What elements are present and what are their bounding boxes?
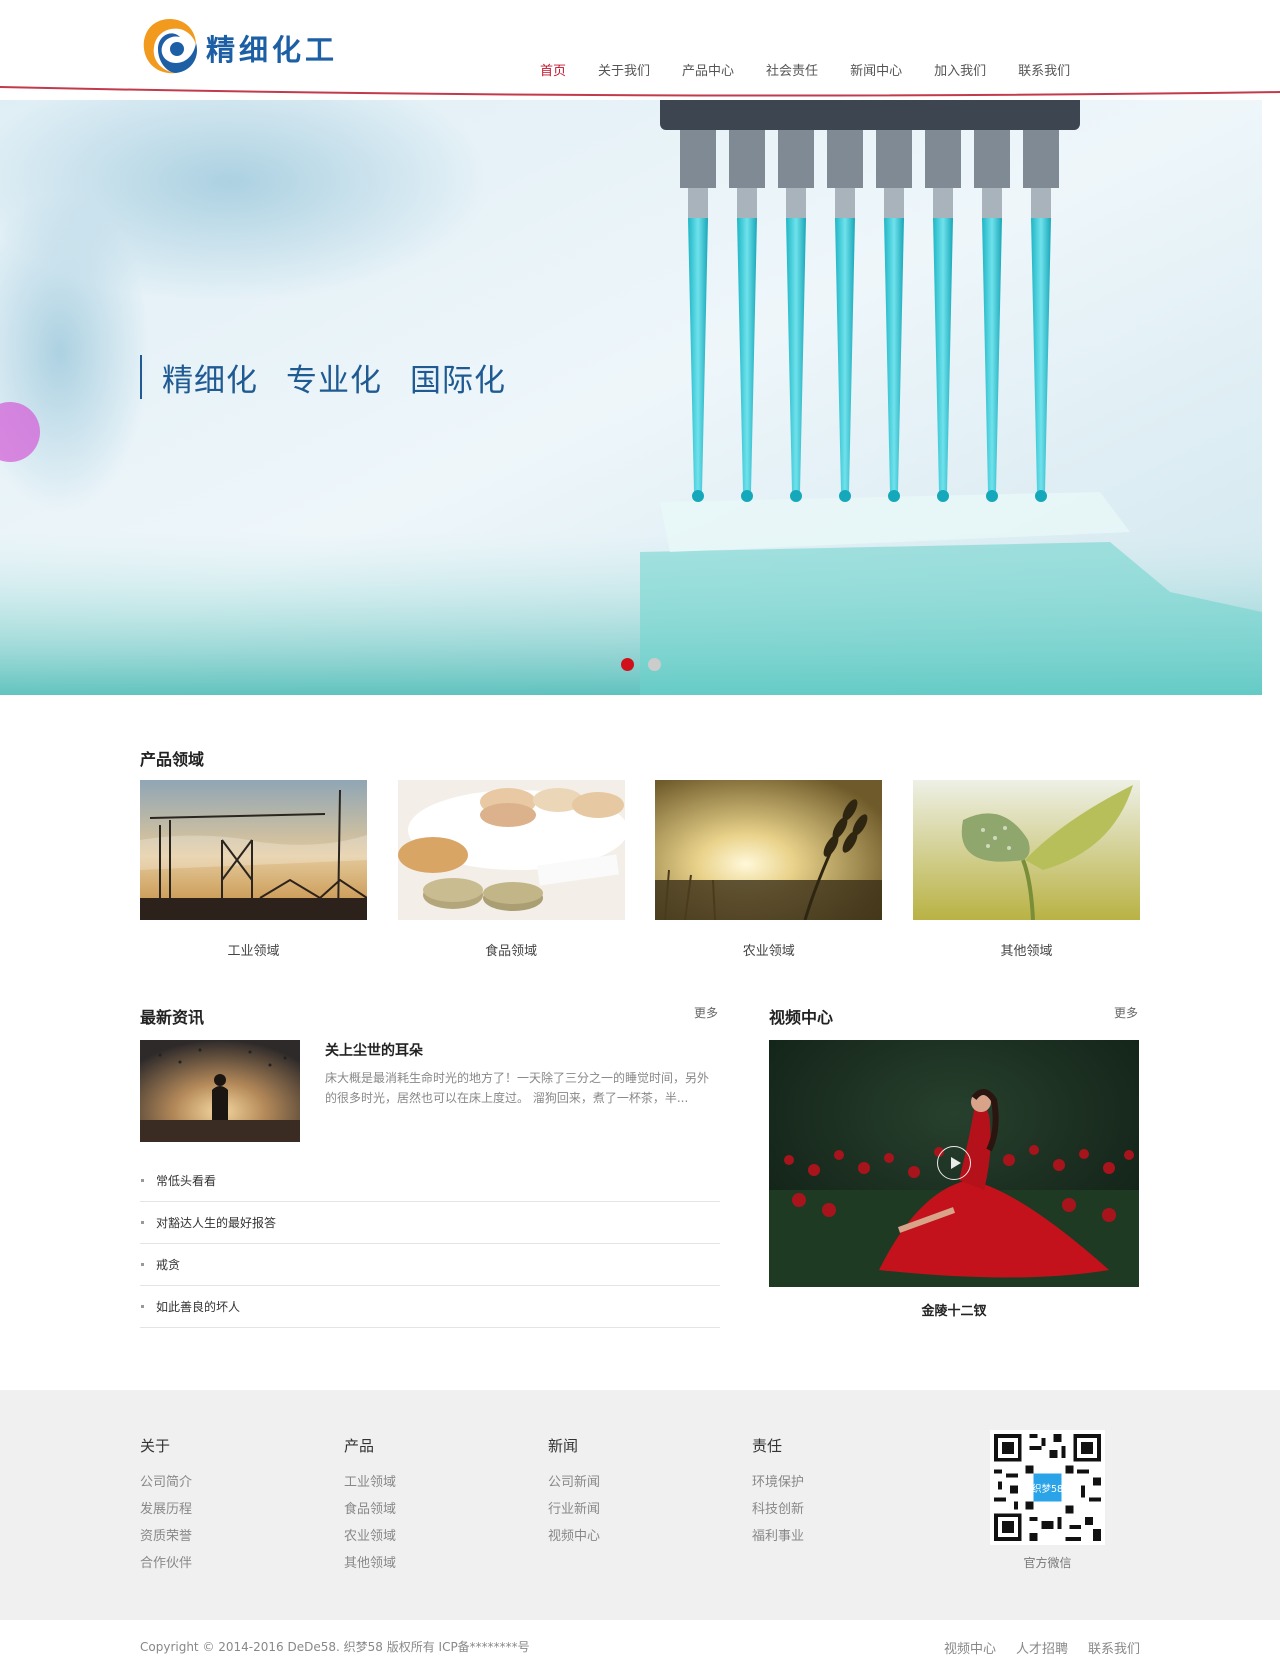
footer-link[interactable]: 行业新闻	[548, 1501, 600, 1519]
footer-link[interactable]: 食品领域	[344, 1501, 396, 1519]
footer-column-about: 关于 公司简介 发展历程 资质荣誉 合作伙伴	[140, 1435, 192, 1582]
bottom-link-careers[interactable]: 人才招聘	[1016, 1638, 1068, 1657]
video-caption[interactable]: 金陵十二钗	[769, 1300, 1139, 1319]
footer-link[interactable]: 福利事业	[752, 1528, 804, 1546]
bottom-bar: Copyright © 2014-2016 DeDe58. 织梦58 版权所有 …	[0, 1620, 1280, 1675]
video-player-thumbnail[interactable]	[769, 1040, 1139, 1287]
copyright-text: Copyright © 2014-2016 DeDe58. 织梦58 版权所有 …	[140, 1640, 530, 1654]
slogan-word: 精细化	[162, 362, 258, 399]
bullet-icon	[141, 1221, 144, 1224]
play-icon[interactable]	[937, 1146, 971, 1180]
news-item-title: 常低头看看	[156, 1174, 217, 1188]
wheat-sunset-image	[655, 780, 883, 920]
header-curve-divider	[0, 82, 1280, 97]
footer-link[interactable]: 公司简介	[140, 1474, 192, 1492]
news-list: 常低头看看 对豁达人生的最好报答 戒贪 如此善良的坏人	[140, 1160, 720, 1328]
products-section-title: 产品领域	[140, 750, 205, 769]
macaron-biscuit-image	[397, 780, 625, 920]
product-card-agriculture[interactable]: 农业领域	[655, 780, 883, 959]
product-label: 其他领域	[1000, 944, 1053, 959]
featured-article-summary: 床大概是最消耗生命时光的地方了！一天除了三分之一的睡觉时间，另外的很多时光，居然…	[325, 1071, 710, 1105]
product-label: 食品领域	[485, 944, 538, 959]
nav-home[interactable]: 首页	[540, 60, 566, 79]
featured-article-thumbnail[interactable]	[140, 1040, 300, 1142]
news-more-link[interactable]: 更多	[694, 1004, 718, 1021]
qr-caption: 官方微信	[1023, 1556, 1072, 1570]
footer-link[interactable]: 科技创新	[752, 1501, 804, 1519]
hero-banner: 精细化 专业化 国际化	[0, 92, 1262, 695]
news-list-item[interactable]: 对豁达人生的最好报答	[140, 1202, 720, 1244]
site-footer: 关于 公司简介 发展历程 资质荣誉 合作伙伴 产品 工业领域 食品领域 农业领域…	[0, 1390, 1280, 1620]
slogan-word: 国际化	[410, 362, 506, 399]
hero-slogan: 精细化 专业化 国际化	[140, 355, 534, 399]
slogan-word: 专业化	[286, 362, 382, 399]
nav-about[interactable]: 关于我们	[598, 60, 650, 79]
news-list-item[interactable]: 戒贪	[140, 1244, 720, 1286]
footer-column-title: 关于	[140, 1437, 171, 1455]
brand-name: 精细化工	[206, 33, 339, 67]
footer-link[interactable]: 环境保护	[752, 1474, 804, 1492]
product-label: 农业领域	[742, 944, 795, 959]
nav-contact[interactable]: 联系我们	[1018, 60, 1070, 79]
bottom-link-video[interactable]: 视频中心	[944, 1638, 996, 1657]
video-more-link[interactable]: 更多	[1114, 1004, 1138, 1021]
news-item-title: 如此善良的坏人	[156, 1300, 241, 1314]
carousel-dot-1[interactable]	[621, 658, 634, 671]
nav-responsibility[interactable]: 社会责任	[766, 60, 818, 79]
leaf-sprout-image	[912, 780, 1140, 920]
news-list-item[interactable]: 如此善良的坏人	[140, 1286, 720, 1328]
product-grid: 工业领域 食品领域 农业领域 其他领域	[140, 780, 1140, 959]
footer-column-title: 产品	[344, 1437, 375, 1455]
bottom-links: 视频中心 人才招聘 联系我们	[924, 1638, 1140, 1657]
product-label: 工业领域	[227, 944, 280, 959]
footer-link[interactable]: 视频中心	[548, 1528, 600, 1546]
news-item-title: 对豁达人生的最好报答	[156, 1216, 277, 1230]
logo-swirl-icon	[143, 19, 198, 74]
footer-link[interactable]: 其他领域	[344, 1555, 396, 1573]
news-item-title: 戒贪	[156, 1258, 181, 1272]
footer-column-responsibility: 责任 环境保护 科技创新 福利事业	[752, 1435, 804, 1555]
nav-products[interactable]: 产品中心	[682, 60, 734, 79]
carousel-dot-2[interactable]	[648, 658, 661, 671]
product-card-food[interactable]: 食品领域	[397, 780, 625, 959]
footer-link[interactable]: 资质荣誉	[140, 1528, 192, 1546]
featured-article: 关上尘世的耳朵 床大概是最消耗生命时光的地方了！一天除了三分之一的睡觉时间，另外…	[140, 1040, 720, 1142]
news-section-title: 最新资讯	[140, 1008, 205, 1027]
qr-badge-text: 织梦58	[1032, 1483, 1063, 1495]
video-section-title: 视频中心	[769, 1008, 834, 1027]
footer-link[interactable]: 公司新闻	[548, 1474, 600, 1492]
footer-column-title: 责任	[752, 1437, 783, 1455]
footer-column-products: 产品 工业领域 食品领域 农业领域 其他领域	[344, 1435, 396, 1582]
footer-column-title: 新闻	[548, 1437, 579, 1455]
footer-link[interactable]: 工业领域	[344, 1474, 396, 1492]
product-card-other[interactable]: 其他领域	[912, 780, 1140, 959]
nav-join[interactable]: 加入我们	[934, 60, 986, 79]
main-nav: 首页 关于我们 产品中心 社会责任 新闻中心 加入我们 联系我们	[540, 60, 1102, 79]
footer-link[interactable]: 农业领域	[344, 1528, 396, 1546]
carousel-dots	[621, 658, 675, 671]
footer-link[interactable]: 合作伙伴	[140, 1555, 192, 1573]
bullet-icon	[141, 1263, 144, 1266]
footer-column-news: 新闻 公司新闻 行业新闻 视频中心	[548, 1435, 600, 1555]
bullet-icon	[141, 1305, 144, 1308]
wechat-qr-code: 织梦58	[990, 1430, 1105, 1545]
product-card-industrial[interactable]: 工业领域	[140, 780, 367, 959]
footer-link[interactable]: 发展历程	[140, 1501, 192, 1519]
news-list-item[interactable]: 常低头看看	[140, 1160, 720, 1202]
bullet-icon	[141, 1179, 144, 1182]
bottom-link-contact[interactable]: 联系我们	[1088, 1638, 1140, 1657]
featured-article-title[interactable]: 关上尘世的耳朵	[325, 1040, 423, 1060]
nav-news[interactable]: 新闻中心	[850, 60, 902, 79]
construction-crane-image	[140, 780, 367, 920]
brand-logo[interactable]: 精细化工	[140, 14, 370, 80]
